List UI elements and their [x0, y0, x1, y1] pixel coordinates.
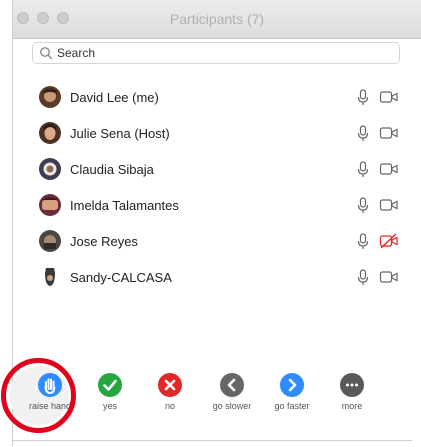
video-camera-icon[interactable] [379, 125, 399, 141]
avatar-david [39, 86, 61, 108]
fast-forward-icon [280, 373, 304, 397]
video-camera-icon[interactable] [379, 161, 399, 177]
avatar-jose [39, 230, 61, 252]
avatar-imelda [39, 194, 61, 216]
no-button[interactable]: no [140, 370, 200, 418]
rewind-icon [220, 373, 244, 397]
participant-name: Claudia Sibaja [70, 162, 154, 177]
participant-name: David Lee (me) [70, 90, 159, 105]
participant-row[interactable]: Sandy-CALCASA [32, 260, 412, 296]
microphone-icon[interactable] [356, 232, 370, 252]
video-camera-icon[interactable] [379, 89, 399, 105]
participant-row[interactable]: Julie Sena (Host) [32, 116, 412, 152]
microphone-icon[interactable] [356, 268, 370, 288]
microphone-icon[interactable] [356, 196, 370, 216]
participant-row[interactable]: Claudia Sibaja [32, 152, 412, 188]
reaction-label: more [341, 401, 363, 411]
reaction-label: no [164, 401, 175, 411]
participant-row[interactable]: Jose Reyes [32, 224, 412, 260]
window-title: Participants (7) [169, 11, 265, 27]
avatar-sandy [39, 266, 61, 288]
participant-row[interactable]: Imelda Talamantes [32, 188, 412, 224]
avatar-claudia [39, 158, 61, 180]
microphone-icon[interactable] [356, 160, 370, 180]
microphone-icon[interactable] [356, 88, 370, 108]
raise-hand-highlight-ring [1, 358, 76, 433]
window-bottom-border [12, 440, 412, 441]
participant-name: Julie Sena (Host) [70, 126, 170, 141]
video-camera-icon[interactable] [379, 269, 399, 285]
search-input[interactable] [57, 44, 387, 62]
participant-name: Jose Reyes [70, 234, 138, 249]
microphone-icon[interactable] [356, 124, 370, 144]
participant-name: Sandy-CALCASA [70, 270, 172, 285]
title-bar: Participants (7) [13, 0, 421, 39]
video-camera-off-icon[interactable] [379, 233, 399, 249]
check-icon [98, 373, 122, 397]
reaction-label: yes [102, 401, 117, 411]
participant-name: Imelda Talamantes [70, 198, 179, 213]
go-slower-button[interactable]: go slower [202, 370, 262, 418]
reaction-label: go faster [274, 401, 310, 411]
go-faster-button[interactable]: go faster [262, 370, 322, 418]
yes-button[interactable]: yes [80, 370, 140, 418]
more-icon [340, 373, 364, 397]
x-icon [158, 373, 182, 397]
more-button[interactable]: more [322, 370, 382, 418]
video-camera-icon[interactable] [379, 197, 399, 213]
reaction-label: go slower [212, 401, 252, 411]
participant-row[interactable]: David Lee (me) [32, 80, 412, 116]
reactions-bar: raise hand yes no go slower go faster mo… [20, 370, 412, 418]
search-icon [40, 47, 53, 60]
search-box[interactable] [32, 42, 400, 64]
avatar-julie [39, 122, 61, 144]
